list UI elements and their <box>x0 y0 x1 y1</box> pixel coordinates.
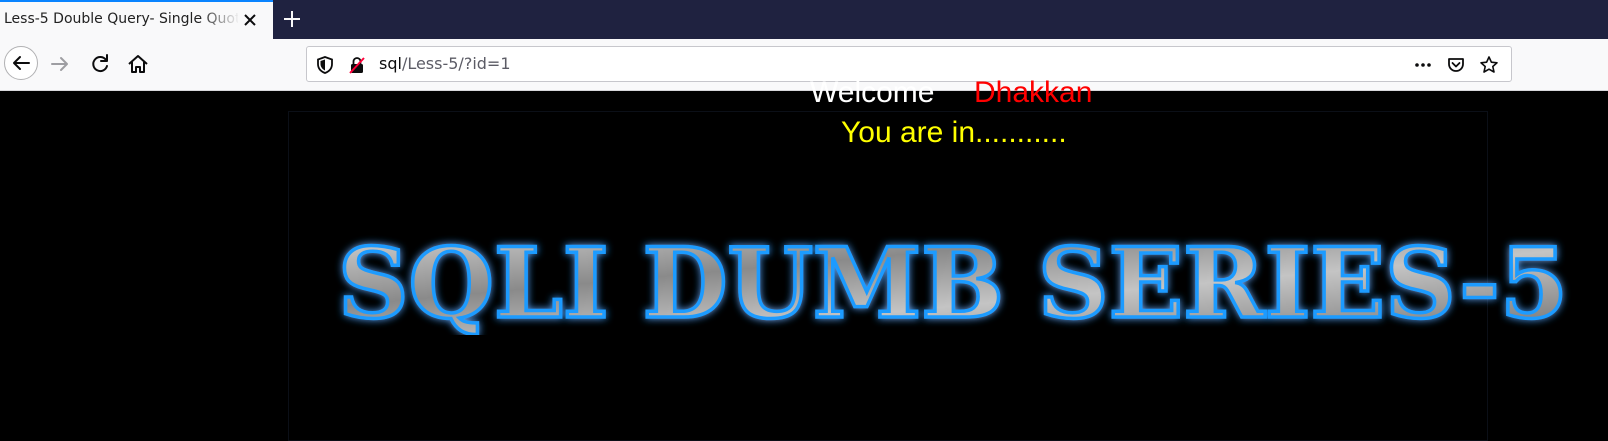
banner-text: SQLI DUMB SERIES-5 <box>338 227 1568 335</box>
tab-strip: Less-5 Double Query- Single Quotes- Stri… <box>0 0 1608 39</box>
status-message: You are in........... <box>841 116 1067 149</box>
url-host: sql <box>379 54 402 73</box>
shield-icon[interactable] <box>315 55 335 75</box>
new-tab-icon[interactable] <box>280 7 304 31</box>
sqli-dumb-series-banner: SQLI DUMB SERIES-5 <box>336 225 1570 335</box>
url-path: /Less-5/?id=1 <box>401 54 511 73</box>
pocket-icon[interactable] <box>1446 55 1466 75</box>
close-tab-icon[interactable] <box>240 10 260 30</box>
home-icon[interactable] <box>122 48 154 80</box>
back-button[interactable] <box>4 46 38 80</box>
nav-toolbar: sql/Less-5/?id=1 <box>0 39 1608 91</box>
back-arrow-icon <box>13 56 30 70</box>
reload-icon[interactable] <box>84 48 116 80</box>
active-tab[interactable]: Less-5 Double Query- Single Quotes- Stri… <box>0 0 273 39</box>
page-actions-icon[interactable] <box>1413 55 1433 75</box>
forward-arrow-icon[interactable] <box>44 48 76 80</box>
url-text[interactable]: sql/Less-5/?id=1 <box>379 54 511 73</box>
user-name: Dhakkan <box>974 76 1093 109</box>
welcome-label: Welcome <box>810 76 935 109</box>
bookmark-star-icon[interactable] <box>1479 55 1499 75</box>
tab-title-fade <box>200 2 240 39</box>
insecure-lock-icon[interactable] <box>347 55 367 75</box>
